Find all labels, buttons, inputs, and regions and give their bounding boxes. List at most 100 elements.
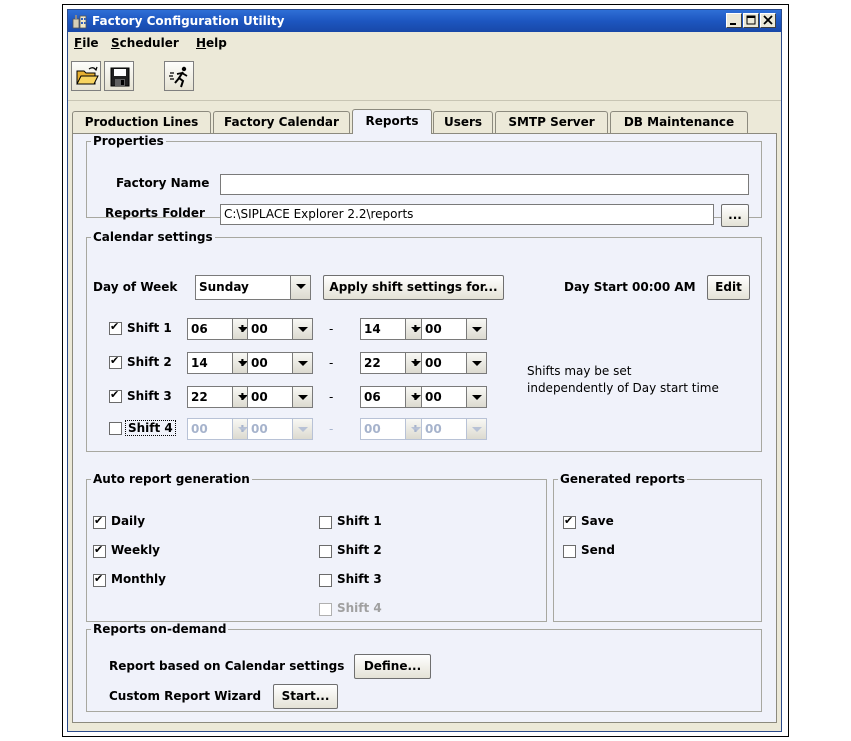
time-separator: :: [240, 355, 245, 369]
minimize-icon: [730, 23, 736, 25]
window-title: Factory Configuration Utility: [92, 14, 285, 28]
shift-1-end-minute-select[interactable]: 00: [421, 318, 487, 340]
shift-1-label: Shift 1: [127, 321, 172, 335]
tab-reports[interactable]: Reports: [352, 109, 432, 134]
auto-monthly-checkbox[interactable]: [93, 572, 106, 587]
browse-folder-button[interactable]: ...: [721, 204, 749, 227]
auto-daily-checkbox[interactable]: [93, 514, 106, 529]
calendar-settings-group: Calendar settings Day of Week Sunday App…: [86, 230, 762, 452]
shifts-note-line1: Shifts may be set: [527, 364, 632, 378]
tab-strip: Production Lines Factory Calendar Report…: [68, 109, 781, 134]
tab-smtp-server[interactable]: SMTP Server: [495, 111, 608, 133]
shift-4-start-minute-select: 00: [247, 418, 313, 440]
generated-save-checkbox[interactable]: [563, 514, 576, 529]
shift-3-start-minute-select[interactable]: 00: [247, 386, 313, 408]
chevron-down-icon[interactable]: [466, 319, 486, 339]
shift-2-checkbox[interactable]: [109, 354, 122, 369]
range-dash: -: [329, 356, 334, 370]
menu-help[interactable]: Help: [196, 36, 227, 50]
auto-shift-1-checkbox[interactable]: [319, 516, 332, 529]
auto-monthly-label: Monthly: [111, 572, 166, 586]
auto-shift-4-checkbox: [319, 603, 332, 616]
toolbar: [68, 54, 781, 101]
shift-1-start-minute-select[interactable]: 00: [247, 318, 313, 340]
menu-scheduler[interactable]: Scheduler: [111, 36, 179, 50]
chevron-down-icon[interactable]: [292, 319, 312, 339]
close-button[interactable]: [760, 13, 776, 28]
auto-shift-1-label: Shift 1: [337, 514, 382, 528]
range-dash: -: [329, 422, 334, 436]
generated-send-label: Send: [581, 543, 615, 557]
app-icon: [72, 13, 88, 29]
time-separator: :: [240, 389, 245, 403]
tab-production-lines[interactable]: Production Lines: [72, 111, 211, 133]
time-separator: :: [413, 389, 418, 403]
factory-name-label: Factory Name: [116, 176, 210, 190]
chevron-down-icon[interactable]: [292, 353, 312, 373]
generated-reports-group: Generated reports Save Send: [553, 472, 762, 622]
screenshot-frame: Factory Configuration Utility File Sched…: [62, 4, 789, 737]
reports-on-demand-group: Reports on-demand Report based on Calend…: [86, 622, 762, 712]
define-report-button[interactable]: Define...: [354, 654, 431, 679]
shift-1-checkbox[interactable]: [109, 320, 122, 335]
auto-weekly-checkbox[interactable]: [93, 543, 106, 558]
auto-shift-2-checkbox[interactable]: [319, 545, 332, 558]
tab-users[interactable]: Users: [433, 111, 493, 133]
run-button[interactable]: [164, 61, 194, 91]
auto-report-group: Auto report generation Daily Weekly Monthl…: [86, 472, 547, 622]
auto-shift-4-label: Shift 4: [337, 601, 382, 615]
menu-file[interactable]: File: [74, 36, 99, 50]
maximize-button[interactable]: [743, 13, 759, 28]
properties-group: Properties Factory Name Reports Folder C…: [86, 134, 762, 227]
apply-shift-settings-button[interactable]: Apply shift settings for...: [323, 275, 504, 300]
auto-daily-label: Daily: [111, 514, 146, 528]
menu-bar: File Scheduler Help: [68, 32, 781, 54]
reports-on-demand-legend: Reports on-demand: [93, 622, 227, 636]
calendar-report-label: Report based on Calendar settings: [109, 659, 345, 673]
shift-2-label: Shift 2: [127, 355, 172, 369]
generated-save-label: Save: [581, 514, 614, 528]
auto-shift-3-checkbox[interactable]: [319, 574, 332, 587]
edit-day-start-button[interactable]: Edit: [707, 275, 750, 300]
day-start-label: Day Start 00:00 AM: [564, 280, 696, 294]
reports-folder-label: Reports Folder: [105, 206, 205, 220]
chevron-down-icon[interactable]: [466, 387, 486, 407]
open-folder-icon: [76, 66, 99, 85]
range-dash: -: [329, 390, 334, 404]
calendar-settings-legend: Calendar settings: [93, 230, 213, 244]
reports-folder-input[interactable]: C:\SIPLACE Explorer 2.2\reports: [220, 204, 714, 225]
maximize-icon: [746, 15, 756, 25]
chevron-down-icon: [466, 419, 486, 439]
time-separator: :: [240, 321, 245, 335]
shift-3-end-minute-select[interactable]: 00: [421, 386, 487, 408]
title-bar[interactable]: Factory Configuration Utility: [68, 10, 781, 32]
auto-report-legend: Auto report generation: [93, 472, 250, 486]
properties-legend: Properties: [93, 134, 164, 148]
auto-shift-3-label: Shift 3: [337, 572, 382, 586]
start-wizard-button[interactable]: Start...: [273, 684, 338, 709]
generated-reports-legend: Generated reports: [560, 472, 686, 486]
save-disk-icon: [110, 67, 130, 87]
chevron-down-icon[interactable]: [466, 353, 486, 373]
tab-db-maintenance[interactable]: DB Maintenance: [610, 111, 748, 133]
time-separator: :: [240, 421, 245, 435]
shift-3-checkbox[interactable]: [109, 388, 122, 403]
minimize-button[interactable]: [726, 13, 742, 28]
open-button[interactable]: [71, 61, 101, 91]
shift-2-end-minute-select[interactable]: 00: [421, 352, 487, 374]
custom-report-wizard-label: Custom Report Wizard: [109, 689, 262, 703]
chevron-down-icon[interactable]: [290, 276, 310, 299]
tab-factory-calendar[interactable]: Factory Calendar: [213, 111, 350, 133]
generated-send-checkbox[interactable]: [563, 545, 576, 558]
time-separator: :: [413, 321, 418, 335]
day-of-week-select[interactable]: Sunday: [195, 275, 311, 300]
save-button[interactable]: [104, 61, 134, 91]
close-icon: [763, 15, 773, 25]
chevron-down-icon[interactable]: [292, 387, 312, 407]
factory-name-input[interactable]: [220, 174, 749, 195]
running-man-icon: [169, 66, 188, 88]
shift-2-start-minute-select[interactable]: 00: [247, 352, 313, 374]
auto-shift-2-label: Shift 2: [337, 543, 382, 557]
shift-4-checkbox[interactable]: [109, 422, 122, 435]
time-separator: :: [413, 421, 418, 435]
